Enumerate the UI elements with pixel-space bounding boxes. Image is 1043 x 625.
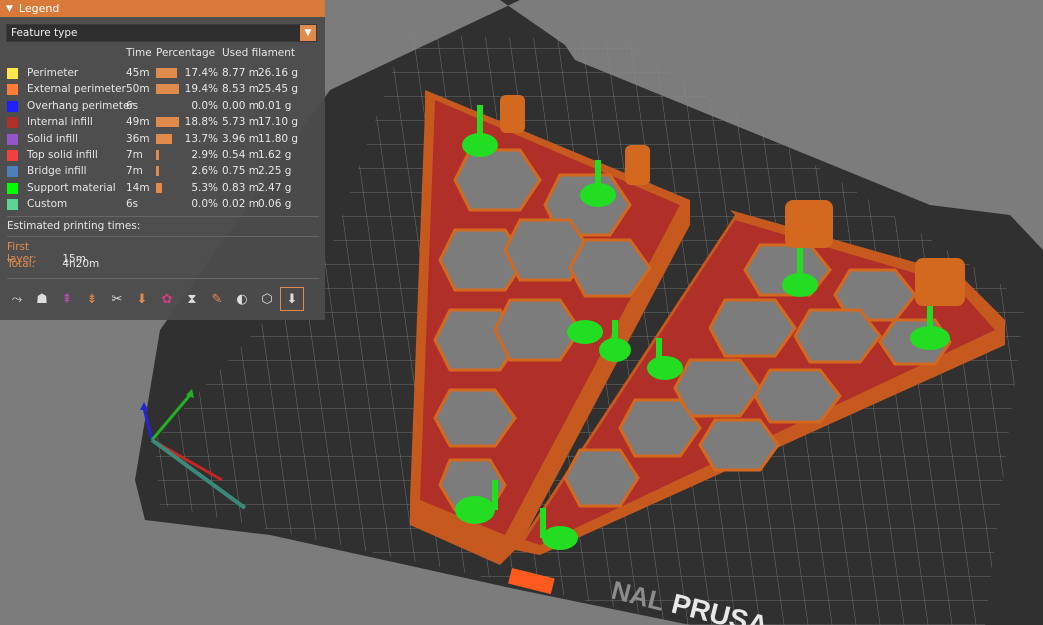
feature-length: 8.77 m bbox=[222, 67, 259, 79]
total-time: Total: 4h20m bbox=[7, 258, 99, 270]
feature-row[interactable]: Support material 14m 0.83 m 2.47 g 5.3% bbox=[0, 180, 325, 196]
feature-weight: 2.47 g bbox=[258, 181, 292, 194]
feature-time: 50m bbox=[126, 83, 150, 96]
feature-weight: 26.16 g bbox=[258, 67, 299, 79]
travel-icon[interactable]: ⤳ bbox=[6, 288, 28, 310]
feature-weight: 0.01 g bbox=[258, 99, 292, 112]
color-changes-icon[interactable]: ✿ bbox=[156, 288, 178, 310]
feature-weight: 17.10 g bbox=[258, 116, 299, 129]
divider bbox=[7, 278, 319, 279]
feature-time: 6s bbox=[126, 99, 139, 112]
view-type-value: Feature type bbox=[11, 27, 78, 39]
feature-name: Top solid infill bbox=[27, 149, 98, 161]
legend-panel: ▼ Legend Feature type ▼ Time Percentage … bbox=[0, 0, 325, 320]
feature-percentage: 17.4% bbox=[184, 67, 218, 79]
feature-length: 5.73 m bbox=[222, 116, 259, 129]
feature-name: Solid infill bbox=[27, 132, 78, 145]
divider bbox=[7, 236, 319, 237]
feature-length: 0.02 m bbox=[222, 198, 259, 211]
feature-name: Internal infill bbox=[27, 116, 93, 129]
feature-time: 6s bbox=[126, 198, 139, 211]
feature-time: 49m bbox=[126, 116, 150, 129]
feature-percentage: 19.4% bbox=[184, 83, 218, 96]
feature-percentage: 0.0% bbox=[191, 198, 218, 211]
feature-weight: 25.45 g bbox=[258, 83, 299, 96]
feature-row[interactable]: External perimeter 50m 8.53 m 25.45 g 19.4% bbox=[0, 81, 325, 97]
feature-length: 0.83 m bbox=[222, 181, 259, 194]
feature-name: Support material bbox=[27, 181, 116, 194]
center-of-gravity-icon[interactable]: ◐ bbox=[231, 288, 253, 310]
feature-color-swatch bbox=[7, 84, 18, 96]
feature-color-swatch bbox=[7, 117, 18, 129]
view-type-select[interactable]: Feature type ▼ bbox=[6, 24, 317, 42]
custom-gcodes-icon[interactable]: ✎ bbox=[206, 288, 228, 310]
feature-row[interactable]: Solid infill 36m 3.96 m 11.80 g 13.7% bbox=[0, 131, 325, 147]
total-label: Total: bbox=[7, 258, 36, 270]
feature-color-swatch bbox=[7, 133, 18, 145]
feature-time: 7m bbox=[126, 149, 143, 161]
feature-color-swatch bbox=[7, 100, 18, 112]
feature-percentage: 2.9% bbox=[191, 149, 218, 161]
feature-color-swatch bbox=[7, 150, 18, 161]
feature-length: 3.96 m bbox=[222, 132, 259, 145]
feature-weight: 1.62 g bbox=[258, 149, 292, 161]
legend-title: Legend bbox=[18, 2, 60, 15]
feature-row[interactable]: Perimeter 45m 8.77 m 26.16 g 17.4% bbox=[0, 65, 325, 81]
tool-marker-icon[interactable]: ⬇ bbox=[280, 287, 304, 311]
legend-column-headers: Time Percentage Used filament bbox=[0, 47, 325, 61]
feature-row[interactable]: Bridge infill 7m 0.75 m 2.25 g 2.6% bbox=[0, 163, 325, 179]
dropdown-arrow-icon[interactable]: ▼ bbox=[300, 25, 316, 41]
feature-percentage: 5.3% bbox=[191, 181, 218, 194]
feature-name: Overhang perimeter bbox=[27, 99, 134, 112]
feature-weight: 11.80 g bbox=[258, 132, 299, 145]
feature-time: 45m bbox=[126, 67, 150, 79]
feature-row[interactable]: Overhang perimeter 6s 0.00 m 0.01 g 0.0% bbox=[0, 98, 325, 114]
feature-name: Perimeter bbox=[27, 67, 79, 79]
wipe-icon[interactable]: ☗ bbox=[31, 288, 53, 310]
column-time: Time bbox=[126, 47, 152, 59]
seams-icon[interactable]: ✂ bbox=[106, 288, 128, 310]
feature-row[interactable]: Custom 6s 0.02 m 0.06 g 0.0% bbox=[0, 196, 325, 212]
feature-color-swatch bbox=[7, 68, 18, 79]
estimated-times-label: Estimated printing times: bbox=[7, 220, 141, 232]
feature-weight: 2.25 g bbox=[258, 165, 292, 178]
collapse-triangle-icon[interactable]: ▼ bbox=[6, 4, 13, 14]
feature-percentage: 0.0% bbox=[191, 99, 218, 112]
legend-header[interactable]: ▼ Legend bbox=[0, 0, 325, 17]
feature-length: 0.75 m bbox=[222, 165, 259, 178]
column-used-filament: Used filament bbox=[222, 47, 296, 59]
feature-length: 0.54 m bbox=[222, 149, 259, 161]
shells-icon[interactable]: ⬡ bbox=[256, 288, 278, 310]
feature-length: 0.00 m bbox=[222, 99, 259, 112]
feature-name: Custom bbox=[27, 198, 68, 211]
feature-time: 14m bbox=[126, 181, 150, 194]
feature-time: 7m bbox=[126, 165, 143, 178]
feature-time: 36m bbox=[126, 132, 150, 145]
feature-percentage: 18.8% bbox=[184, 116, 218, 129]
deretractions-icon[interactable]: ⇟ bbox=[81, 288, 103, 310]
retractions-icon[interactable]: ⇞ bbox=[56, 288, 78, 310]
feature-percentage: 13.7% bbox=[184, 132, 218, 145]
pause-prints-icon[interactable]: ⧗ bbox=[181, 288, 203, 310]
divider bbox=[7, 216, 319, 217]
feature-row[interactable]: Top solid infill 7m 0.54 m 1.62 g 2.9% bbox=[0, 147, 325, 163]
feature-percentage: 2.6% bbox=[191, 165, 218, 178]
feature-color-swatch bbox=[7, 166, 18, 178]
feature-name: Bridge infill bbox=[27, 165, 87, 178]
column-percentage: Percentage bbox=[156, 47, 216, 59]
feature-color-swatch bbox=[7, 199, 18, 211]
tool-changes-icon[interactable]: ⬇ bbox=[131, 288, 153, 310]
total-value: 4h20m bbox=[62, 258, 100, 270]
feature-row[interactable]: Internal infill 49m 5.73 m 17.10 g 18.8% bbox=[0, 114, 325, 130]
feature-name: External perimeter bbox=[27, 83, 126, 96]
feature-color-swatch bbox=[7, 182, 18, 194]
legend-toolbar: ⤳ ☗ ⇞ ⇟ ✂ ⬇ ✿ ⧗ ✎ ◐ ⬡ ⬇ bbox=[6, 285, 322, 313]
feature-weight: 0.06 g bbox=[258, 198, 292, 211]
feature-length: 8.53 m bbox=[222, 83, 259, 96]
